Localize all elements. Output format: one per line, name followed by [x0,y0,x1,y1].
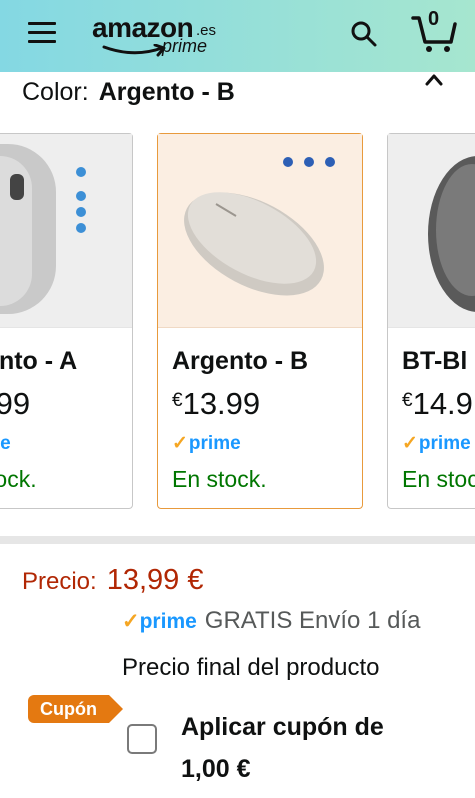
coupon-text[interactable]: Aplicar cupón de 1,00 € [181,706,441,790]
product-image [158,134,362,328]
swatch-name: Argento - A [0,347,78,375]
product-image [0,134,132,328]
prime-badge: ✓prime [402,433,471,454]
chevron-up-icon[interactable] [424,70,444,90]
shipping-row: ✓prime GRATIS Envío 1 día [122,607,420,635]
price-value: 13,99 € [106,564,204,596]
prime-badge: ✓prime [172,433,241,454]
product-image [388,134,475,328]
coupon-badge: Cupón [28,695,123,723]
cart-count: 0 [428,8,440,30]
price-label: Precio: [22,568,97,595]
price-row: Precio: 13,99 € [22,564,203,597]
menu-icon[interactable] [28,22,56,44]
swatch-card-bt-bl[interactable]: BT-Bl €14.9 ✓prime En stock. [387,133,475,509]
swatch-name: Argento - B [172,347,309,375]
section-divider [0,536,475,544]
color-swatch-carousel[interactable]: Argento - A €13.99 ✓prime En stock. Arge… [0,133,475,513]
coupon-text-line1: Aplicar cupón de [181,713,384,741]
swatch-card-argento-a[interactable]: Argento - A €13.99 ✓prime En stock. [0,133,133,509]
swatch-availability: En stock. [0,466,37,492]
coupon-text-line2: 1,00 € [181,755,251,783]
color-label: Color: [22,78,89,106]
final-price-note: Precio final del producto [122,654,380,681]
cart-button[interactable]: 0 [411,8,457,54]
swatch-name: BT-Bl [402,347,468,375]
app-header: amazon .es prime 0 [0,0,475,72]
search-icon[interactable] [350,20,378,48]
smile-arrow-icon [102,44,166,57]
swatch-price: €13.99 [172,386,261,421]
prime-badge: ✓prime [0,433,11,454]
amazon-prime-logo[interactable]: amazon .es prime [92,12,232,60]
swatch-availability: En stock. [402,466,475,492]
swatch-price: €14.9 [402,386,473,421]
prime-check-icon: ✓ [122,610,140,633]
shipping-text: GRATIS Envío 1 día [204,607,421,634]
swatch-card-argento-b[interactable]: Argento - B €13.99 ✓prime En stock. [157,133,363,509]
coupon-checkbox[interactable] [127,724,157,754]
color-selector-label: Color: Argento - B [22,78,235,107]
prime-badge: prime [139,610,197,633]
swatch-price: €13.99 [0,386,31,421]
swatch-availability: En stock. [172,466,267,492]
color-selected-value: Argento - B [98,78,235,106]
